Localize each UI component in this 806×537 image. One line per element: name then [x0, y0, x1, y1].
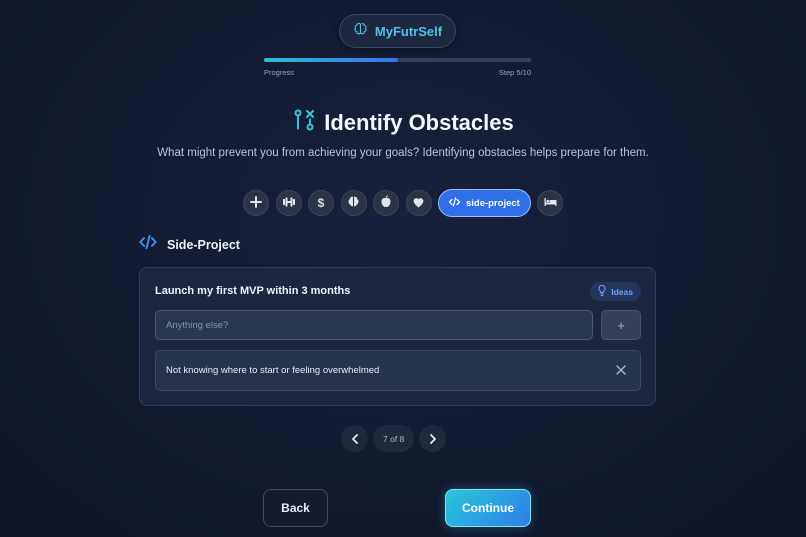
- dumbbell-icon: [282, 196, 296, 211]
- brain-icon: [347, 195, 360, 211]
- category-mind-button[interactable]: [340, 190, 367, 216]
- category-fitness-button[interactable]: [275, 190, 302, 216]
- back-button[interactable]: Back: [263, 489, 328, 527]
- pager-count: 7 of 8: [373, 425, 415, 452]
- chevron-right-icon: [429, 433, 436, 444]
- section-header: Side-Project: [139, 234, 240, 254]
- category-add-button[interactable]: [243, 190, 269, 216]
- ideas-button[interactable]: Ideas: [590, 282, 641, 301]
- previous-goal-button[interactable]: [341, 425, 368, 452]
- category-side-project-button[interactable]: side-project: [438, 189, 531, 217]
- page-title: Identify Obstacles: [324, 109, 514, 135]
- category-active-label: side-project: [466, 197, 520, 209]
- obstacle-list-item: Not knowing where to start or feeling ov…: [155, 350, 641, 391]
- goal-card: Launch my first MVP within 3 months Idea…: [139, 267, 656, 406]
- page-subtitle: What might prevent you from achieving yo…: [157, 147, 649, 159]
- brain-icon: [353, 21, 368, 41]
- category-rest-button[interactable]: [537, 190, 564, 216]
- chevron-left-icon: [351, 433, 358, 444]
- add-obstacle-button[interactable]: +: [601, 310, 641, 340]
- code-icon: [448, 196, 461, 210]
- apple-icon: [380, 195, 392, 211]
- category-finance-button[interactable]: $: [308, 190, 334, 216]
- code-icon: [139, 234, 157, 254]
- progress-fill: [264, 58, 398, 62]
- dollar-icon: $: [317, 196, 325, 210]
- heart-icon: [412, 196, 425, 211]
- continue-button[interactable]: Continue: [445, 489, 531, 527]
- goal-title: Launch my first MVP within 3 months: [155, 285, 351, 297]
- page-header: Identify Obstacles: [0, 108, 806, 137]
- plus-icon: [250, 195, 262, 211]
- bed-icon: [544, 196, 557, 210]
- lightbulb-icon: [598, 284, 606, 298]
- goal-pager: 7 of 8: [341, 425, 447, 452]
- plus-icon: +: [617, 317, 625, 333]
- obstacle-text: Not knowing where to start or feeling ov…: [166, 365, 380, 376]
- brand-name: MyFutrSelf: [374, 23, 443, 39]
- category-health-button[interactable]: [405, 190, 432, 216]
- close-icon: [616, 365, 626, 375]
- category-selector: $ side-project: [243, 189, 564, 217]
- progress-label: Progress: [264, 68, 295, 77]
- route-obstacle-icon: [292, 108, 316, 137]
- step-indicator: Step 5/10: [498, 68, 531, 77]
- obstacle-input[interactable]: Anything else?: [155, 310, 593, 340]
- next-goal-button[interactable]: [419, 425, 447, 452]
- brand-pill: MyFutrSelf: [339, 14, 456, 48]
- category-nutrition-button[interactable]: [373, 190, 399, 216]
- obstacle-input-placeholder: Anything else?: [166, 319, 229, 331]
- ideas-label: Ideas: [611, 286, 633, 297]
- progress-bar: [264, 58, 531, 62]
- remove-obstacle-button[interactable]: [616, 364, 626, 378]
- section-title: Side-Project: [167, 237, 240, 252]
